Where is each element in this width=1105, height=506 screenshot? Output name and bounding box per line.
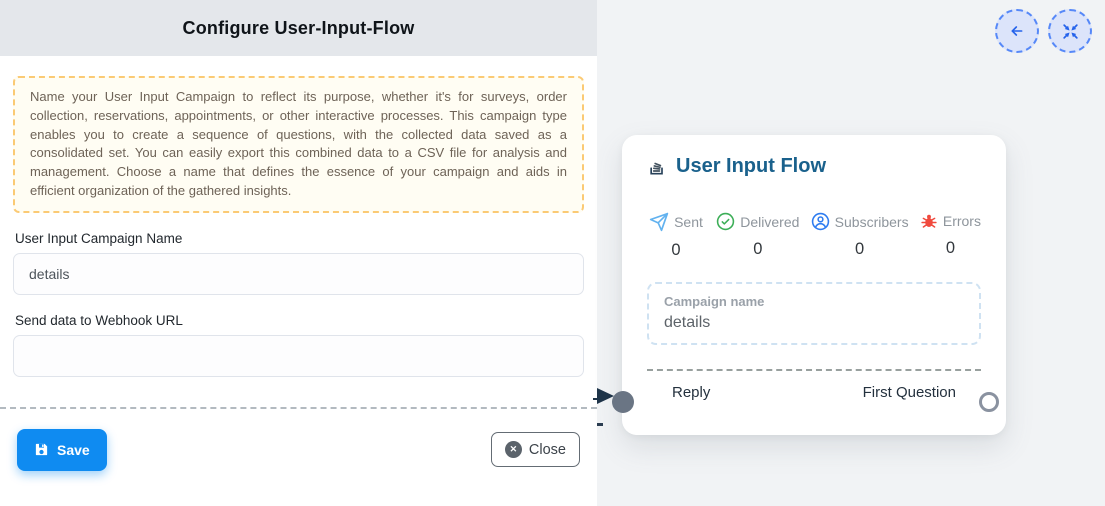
configure-dialog: Configure User-Input-Flow Name your User… bbox=[0, 0, 597, 506]
node-title: User Input Flow bbox=[676, 155, 826, 178]
flow-canvas[interactable]: User Input Flow Sent 0 bbox=[597, 0, 1105, 506]
stat-sent-value: 0 bbox=[671, 241, 680, 260]
stat-errors: Errors 0 bbox=[920, 212, 981, 260]
dialog-body: Name your User Input Campaign to reflect… bbox=[0, 56, 597, 506]
close-button-label: Close bbox=[529, 442, 566, 458]
webhook-url-label: Send data to Webhook URL bbox=[15, 313, 582, 328]
bug-icon bbox=[920, 212, 938, 230]
stat-delivered-label: Delivered bbox=[740, 214, 799, 230]
stat-errors-label: Errors bbox=[943, 213, 981, 229]
fit-view-button[interactable] bbox=[1048, 9, 1092, 53]
node-campaign-name-box: Campaign name details bbox=[647, 282, 981, 345]
stat-sent-label: Sent bbox=[674, 214, 703, 230]
user-input-flow-node[interactable]: User Input Flow Sent 0 bbox=[622, 135, 1006, 435]
campaign-name-input[interactable] bbox=[13, 253, 584, 295]
flow-edge-stub bbox=[597, 423, 603, 426]
stat-delivered: Delivered 0 bbox=[716, 212, 799, 260]
save-button-label: Save bbox=[57, 442, 90, 458]
close-button[interactable]: ✕ Close bbox=[491, 432, 580, 467]
info-box: Name your User Input Campaign to reflect… bbox=[13, 76, 584, 213]
stat-sent: Sent 0 bbox=[647, 212, 705, 260]
reply-label: Reply bbox=[672, 384, 710, 401]
send-icon bbox=[649, 212, 669, 232]
stat-subscribers: Subscribers 0 bbox=[811, 212, 909, 260]
close-icon: ✕ bbox=[505, 441, 522, 458]
node-footer: Reply First Question bbox=[647, 371, 981, 401]
node-stats: Sent 0 Delivered 0 bbox=[647, 212, 981, 260]
node-campaign-name-value: details bbox=[664, 314, 964, 332]
user-circle-icon bbox=[811, 212, 830, 231]
first-question-source-handle[interactable] bbox=[979, 392, 999, 412]
save-icon bbox=[34, 442, 49, 457]
reply-target-handle[interactable] bbox=[612, 391, 634, 413]
stat-subscribers-value: 0 bbox=[855, 240, 864, 259]
dialog-header: Configure User-Input-Flow bbox=[0, 0, 597, 56]
node-campaign-name-label: Campaign name bbox=[664, 294, 964, 309]
node-title-row: User Input Flow bbox=[647, 155, 981, 178]
first-question-label: First Question bbox=[863, 384, 956, 401]
back-button[interactable] bbox=[995, 9, 1039, 53]
stat-errors-value: 0 bbox=[946, 239, 955, 258]
compress-icon bbox=[1061, 22, 1080, 41]
campaign-name-label: User Input Campaign Name bbox=[15, 231, 582, 246]
stat-delivered-value: 0 bbox=[753, 240, 762, 259]
check-circle-icon bbox=[716, 212, 735, 231]
save-button[interactable]: Save bbox=[17, 429, 107, 471]
stack-icon bbox=[647, 157, 667, 177]
arrow-left-icon bbox=[1008, 23, 1026, 39]
stat-subscribers-label: Subscribers bbox=[835, 214, 909, 230]
dialog-title: Configure User-Input-Flow bbox=[183, 18, 415, 39]
webhook-url-input[interactable] bbox=[13, 335, 584, 377]
dialog-footer: Save ✕ Close bbox=[13, 409, 584, 471]
